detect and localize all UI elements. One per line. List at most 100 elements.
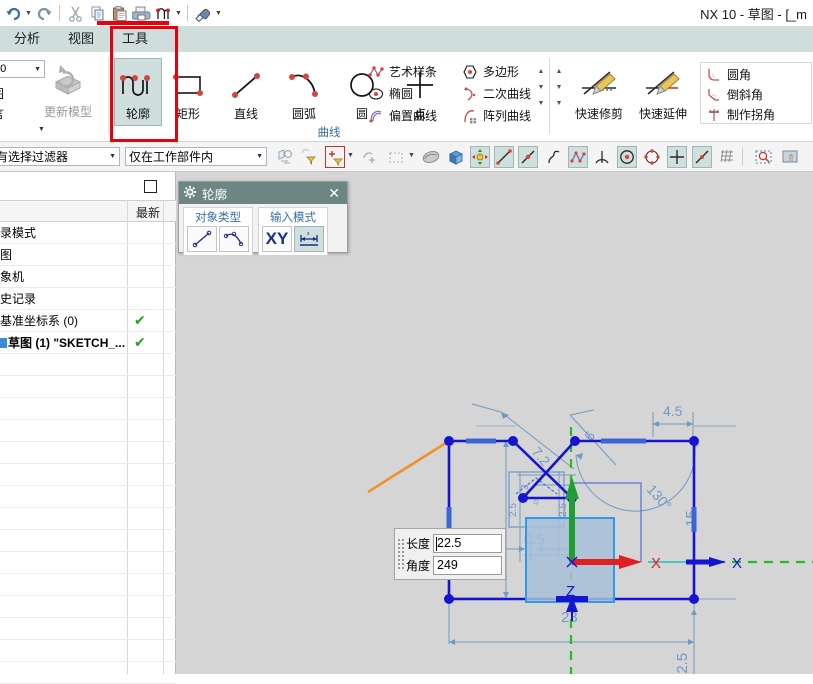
undo-sketch-icon[interactable] — [152, 2, 174, 24]
shaded-view-icon[interactable] — [421, 146, 441, 168]
dynamic-input-box[interactable]: 长度 22.5 角度 249 — [394, 528, 506, 580]
pattern-curve-label: 阵列曲线 — [483, 107, 531, 124]
circle-center-icon[interactable] — [617, 146, 637, 168]
select-feature-icon[interactable] — [275, 146, 295, 168]
curve-group-overflow-carets[interactable]: ▲ ▼ ▼ — [535, 68, 547, 107]
xy-coordinate-mode-button[interactable]: XY — [262, 226, 292, 252]
rectangle-button[interactable]: 矩形 — [157, 62, 219, 122]
eraser-icon[interactable] — [192, 2, 214, 24]
quick-access-toolbar: ▼ — [0, 0, 223, 26]
tree-row-sketch[interactable]: 草图 (1) "SKETCH_... ✔ — [0, 332, 176, 354]
selection-scope-combo[interactable]: 仅在工作部件内 ▼ — [125, 147, 267, 166]
close-icon[interactable]: ✕ — [325, 186, 343, 200]
pattern-curve-icon — [462, 108, 478, 124]
endpoint-icon[interactable] — [692, 146, 712, 168]
cut-icon[interactable] — [64, 2, 86, 24]
ribbon-panel: 00 ▼ 图 言 ▼ 更新模型 — [0, 52, 813, 142]
more-commands-caret[interactable]: ▼ — [214, 2, 223, 24]
conic-item[interactable]: 二次曲线 — [462, 85, 531, 102]
studio-spline-label: 艺术样条 — [389, 63, 437, 80]
inferred-line-icon[interactable] — [494, 146, 514, 168]
arc-mode-button[interactable] — [219, 226, 249, 252]
ellipse-item[interactable]: 椭圆 — [368, 85, 413, 102]
spline-icon[interactable] — [544, 146, 564, 168]
angle-label: 角度 — [406, 557, 430, 574]
make-corner-item[interactable]: 制作拐角 — [706, 106, 775, 123]
existing-point-icon[interactable] — [667, 146, 687, 168]
move-object-icon[interactable] — [470, 146, 490, 168]
update-model-button[interactable]: 更新模型 — [36, 60, 100, 120]
snap-point-icon[interactable] — [325, 146, 345, 168]
tree-row-2[interactable]: 象机 — [0, 266, 176, 288]
ellipse-icon — [368, 86, 384, 102]
window-title: NX 10 - 草图 - [_m — [700, 4, 807, 23]
copy-icon[interactable] — [86, 2, 108, 24]
pan-icon[interactable] — [781, 146, 801, 168]
tree-row-empty-14 — [0, 640, 176, 662]
snap-point-dropdown-caret[interactable]: ▼ — [347, 152, 354, 159]
tree-row-label: 草图 (1) "SKETCH_... — [8, 334, 125, 351]
paste-icon[interactable] — [108, 2, 130, 24]
fillet-item[interactable]: 圆角 — [706, 66, 751, 83]
tree-row-3[interactable]: 史记录 — [0, 288, 176, 310]
curve-group-title: 曲线 — [110, 124, 548, 140]
point-on-curve-icon[interactable] — [360, 146, 380, 168]
filter-funnel-icon[interactable] — [299, 146, 319, 168]
ribbon-left-expand-caret[interactable]: ▼ — [38, 126, 45, 133]
tab-view[interactable]: 视图 — [54, 24, 108, 52]
xy-icon: XY — [266, 229, 289, 249]
resource-bar-panel: 最新 录模式 图 象机 史记录 基准坐标系 (0) ✔ 草图 (1) "S — [0, 172, 176, 674]
tree-row-empty-12 — [0, 596, 176, 618]
length-input[interactable]: 22.5 — [433, 534, 502, 553]
tree-row-1[interactable]: 图 — [0, 244, 176, 266]
profile-dialog[interactable]: 轮廓 ✕ 对象类型 — [178, 181, 348, 253]
parameter-mode-button[interactable]: x — [294, 226, 324, 252]
ribbon-separator-2 — [549, 58, 550, 134]
line-mode-button[interactable] — [187, 226, 217, 252]
offset-curve-item[interactable]: 偏置曲线 — [368, 107, 437, 124]
ellipse-label: 椭圆 — [389, 85, 413, 102]
selection-filter-combo[interactable]: 有选择过滤器 ▼ — [0, 147, 120, 166]
drag-handle[interactable] — [398, 533, 405, 575]
selection-box-icon[interactable] — [386, 146, 406, 168]
ribbon-left-label-1[interactable]: 图 — [0, 85, 4, 102]
arc-label: 圆弧 — [273, 105, 335, 122]
quick-trim-icon — [565, 62, 633, 102]
svg-text:x: x — [307, 231, 310, 237]
print-icon[interactable] — [130, 2, 152, 24]
angle-input[interactable]: 249 — [433, 556, 502, 575]
quadrant-point-icon[interactable] — [642, 146, 662, 168]
sketch-dropdown-caret[interactable]: ▼ — [174, 2, 183, 24]
chamfer-item[interactable]: 倒斜角 — [706, 86, 763, 103]
selection-filter-value: 有选择过滤器 — [0, 148, 68, 165]
part-navigator-header: 最新 — [0, 200, 176, 222]
tab-tools[interactable]: 工具 — [108, 24, 162, 52]
quick-extend-button[interactable]: 快速延伸 — [629, 62, 697, 122]
pattern-curve-item[interactable]: 阵列曲线 — [462, 107, 531, 124]
arc-button[interactable]: 圆弧 — [273, 62, 335, 122]
studio-spline-item[interactable]: 艺术样条 — [368, 63, 437, 80]
quick-trim-button[interactable]: 快速修剪 — [565, 62, 633, 122]
orient-view-icon[interactable] — [446, 146, 466, 168]
grid-icon[interactable] — [717, 146, 737, 168]
tab-analysis[interactable]: 分析 — [0, 24, 54, 52]
zoom-window-icon[interactable] — [754, 146, 774, 168]
check-icon: ✔ — [134, 334, 146, 351]
polygon-item[interactable]: 多边形 — [462, 63, 519, 80]
line-button[interactable]: 直线 — [215, 62, 277, 122]
tree-row-0[interactable]: 录模式 — [0, 222, 176, 244]
point-line-icon[interactable] — [518, 146, 538, 168]
undo-icon[interactable] — [2, 2, 24, 24]
ribbon-left-label-2[interactable]: 言 — [0, 105, 4, 122]
redo-icon[interactable] — [33, 2, 55, 24]
chevron-up-icon: ▲ — [538, 68, 545, 75]
edit-group-overflow-carets[interactable]: ▲ ▼ ▼ — [553, 68, 565, 107]
intersection-point-icon[interactable] — [592, 146, 612, 168]
tree-row-empty-4 — [0, 420, 176, 442]
pin-panel-button[interactable] — [144, 180, 157, 193]
chevron-down-icon: ▼ — [556, 84, 563, 91]
studio-spline-icon[interactable] — [568, 146, 588, 168]
undo-dropdown-caret[interactable]: ▼ — [24, 2, 33, 24]
tree-row-datum-csys[interactable]: 基准坐标系 (0) ✔ — [0, 310, 176, 332]
selection-box-dropdown-caret[interactable]: ▼ — [408, 152, 415, 159]
